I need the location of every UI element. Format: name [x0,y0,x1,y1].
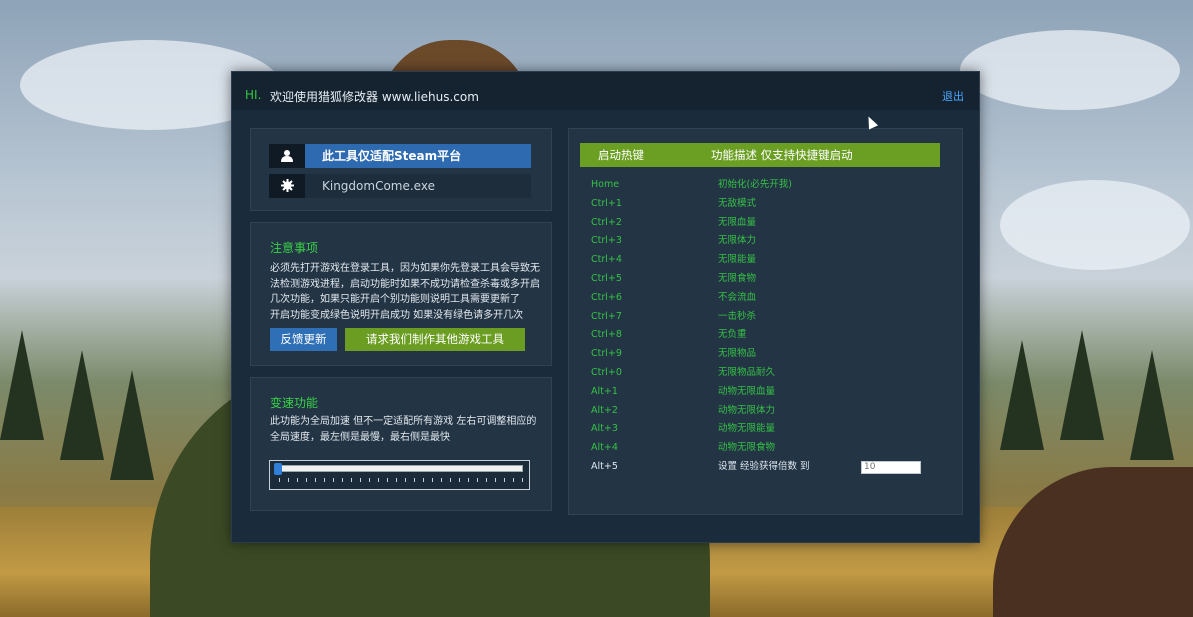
hotkey-row[interactable]: Alt+2 动物无限体力 [591,402,931,420]
hotkey-key: Alt+3 [591,423,618,435]
speed-panel: 变速功能 此功能为全局加速 但不一定适配所有游戏 左右可调整相应的 全局速度，最… [250,377,552,511]
hotkey-row[interactable]: Ctrl+0 无限物品耐久 [591,364,931,382]
hotkey-row[interactable]: Alt+1 动物无限血量 [591,383,931,401]
notice-line: 必须先打开游戏在登录工具，因为如果你先登录工具会导致无 [270,263,540,274]
hotkey-key: Ctrl+0 [591,367,622,378]
notice-title: 注意事项 [270,241,319,255]
tree [1130,350,1174,460]
hotkey-row[interactable]: Ctrl+3 无限体力 [591,232,931,250]
hotkey-row[interactable]: Alt+4 动物无限食物 [591,439,931,457]
hotkey-key: Ctrl+3 [591,235,622,247]
hotkey-description: 动物无限体力 [718,404,776,416]
hotkey-description: 无限物品 [718,348,757,360]
tree [0,330,44,440]
description-column-header: 功能描述 仅支持快捷键启动 [711,148,853,162]
tree [1060,330,1104,440]
tree [110,370,154,480]
speed-line: 全局速度，最左侧是最慢，最右侧是最快 [270,431,450,443]
hotkey-description: 动物无限血量 [718,385,776,397]
gear-icon [269,174,305,198]
hotkey-row[interactable]: Ctrl+7 一击秒杀 [591,308,931,326]
window-title: 欢迎使用猎狐修改器 www.liehus.com [270,90,479,104]
hotkey-key: Ctrl+2 [591,216,622,228]
hotkey-description: 设置 经验获得倍数 到 [718,461,810,472]
hotkey-key: Alt+1 [591,385,618,397]
hotkey-description: 初始化(必先开我) [718,179,792,190]
hotkey-key: Home [591,179,620,190]
hotkey-description: 无限体力 [718,235,757,247]
hotkey-key: Alt+2 [591,404,618,416]
hotkey-key: Alt+5 [591,461,618,472]
horse [993,467,1193,617]
hotkey-description: 无限能量 [718,254,757,266]
speed-text: 此功能为全局加速 但不一定适配所有游戏 左右可调整相应的 全局速度，最左侧是最慢… [270,414,545,445]
hotkey-row[interactable]: Ctrl+5 无限食物 [591,270,931,288]
hotkey-key: Ctrl+4 [591,254,622,266]
hotkey-key: Ctrl+7 [591,310,622,322]
hotkey-key: Ctrl+9 [591,348,622,360]
hotkey-row[interactable]: Home 初始化(必先开我) [591,176,931,194]
title-greeting: HI. [245,88,262,102]
notice-line: 几次功能，如果只能开启个别功能则说明工具需要更新了 [270,294,520,305]
hotkey-key: Ctrl+6 [591,291,622,303]
cloud [1000,180,1190,270]
slider-ticks [279,478,523,482]
hotkey-row[interactable]: Ctrl+9 无限物品 [591,345,931,363]
hotkey-row[interactable]: Ctrl+2 无限血量 [591,214,931,232]
process-name-label: KingdomCome.exe [305,174,531,198]
hotkey-row[interactable]: Ctrl+1 无敌模式 [591,195,931,213]
user-icon [269,144,305,168]
hotkey-description: 无敌模式 [718,197,757,209]
tree [1000,340,1044,450]
platform-row-steam: 此工具仅适配Steam平台 [269,144,531,168]
hotkeys-header: 启动热键 功能描述 仅支持快捷键启动 [580,143,940,167]
notice-line: 法检测游戏进程，启动功能时如果不成功请检查杀毒或多开启 [270,278,540,290]
cloud [960,30,1180,110]
speed-line: 此功能为全局加速 但不一定适配所有游戏 左右可调整相应的 [270,416,537,427]
hotkey-description: 无负重 [718,329,747,341]
hotkey-key: Alt+4 [591,442,618,454]
tree [60,350,104,460]
hotkeys-panel: 启动热键 功能描述 仅支持快捷键启动 Home 初始化(必先开我) Ctrl+1 无敌… [568,128,963,515]
hotkey-description: 无限血量 [718,216,757,228]
slider-track[interactable] [277,465,523,472]
hotkey-description: 无限食物 [718,273,757,284]
hotkey-row[interactable]: Ctrl+4 无限能量 [591,251,931,269]
hotkey-column-header: 启动热键 [598,148,644,162]
notice-line: 开启功能变成绿色说明开启成功 如果没有绿色请多开几次 [270,309,524,321]
exit-button[interactable]: 退出 [942,88,964,104]
speed-slider[interactable] [269,460,530,490]
notice-panel: 注意事项 必须先打开游戏在登录工具，因为如果你先登录工具会导致无 法检测游戏进程… [250,222,552,366]
trainer-window: HI. 欢迎使用猎狐修改器 www.liehus.com 退出 此工具仅适配St… [231,71,980,543]
feedback-update-button[interactable]: 反馈更新 [270,328,337,351]
hotkey-description: 动物无限能量 [718,423,776,435]
platform-row-exe: KingdomCome.exe [269,174,531,198]
slider-thumb[interactable] [274,463,282,475]
hotkey-description: 一击秒杀 [718,310,757,322]
speed-title: 变速功能 [270,396,319,410]
hotkey-row[interactable]: Ctrl+8 无负重 [591,326,931,344]
hotkey-description: 不会流血 [718,291,757,303]
hotkey-row[interactable]: Ctrl+6 不会流血 [591,289,931,307]
notice-text: 必须先打开游戏在登录工具，因为如果你先登录工具会导致无 法检测游戏进程，启动功能… [270,261,545,323]
steam-platform-label: 此工具仅适配Steam平台 [305,144,531,168]
platform-panel: 此工具仅适配Steam平台 KingdomCome.exe [250,128,552,211]
hotkey-description: 动物无限食物 [718,442,776,454]
request-tool-button[interactable]: 请求我们制作其他游戏工具 [345,328,525,351]
hotkey-key: Ctrl+8 [591,329,622,341]
hotkey-key: Ctrl+5 [591,273,622,284]
hotkey-row[interactable]: Alt+3 动物无限能量 [591,420,931,438]
hotkey-row[interactable]: Alt+5 设置 经验获得倍数 到 [591,458,931,476]
title-bar[interactable]: HI. 欢迎使用猎狐修改器 www.liehus.com 退出 [232,72,979,110]
hotkey-description: 无限物品耐久 [718,367,776,378]
exp-multiplier-input[interactable] [861,461,921,474]
hotkey-key: Ctrl+1 [591,197,622,209]
